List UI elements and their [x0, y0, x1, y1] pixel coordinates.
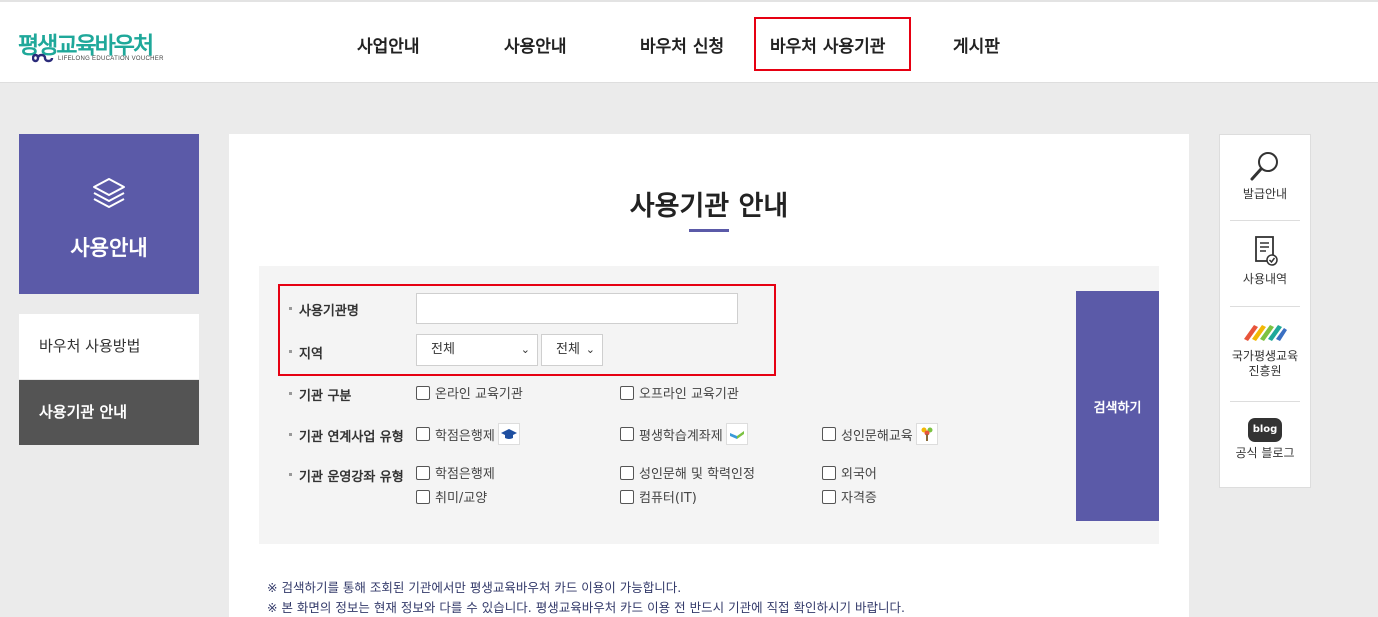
- quick-item-label: 공식 블로그: [1235, 446, 1295, 460]
- checkbox-label: 성인문해 및 학력인정: [639, 467, 755, 482]
- quick-item-issue-guide[interactable]: 발급안내: [1220, 149, 1310, 202]
- quick-item-label: 사용내역: [1242, 272, 1288, 286]
- checkbox-course-certificate[interactable]: 자격증: [822, 487, 877, 506]
- layers-icon: [93, 178, 125, 208]
- checkbox-label: 외국어: [841, 467, 877, 482]
- logo-infinity-icon: [32, 53, 54, 63]
- divider: [1230, 220, 1300, 221]
- graduation-cap-icon: [497, 423, 520, 445]
- search-button[interactable]: 검색하기: [1076, 291, 1159, 521]
- blog-icon-text: blog: [1252, 424, 1278, 435]
- quick-item-label: 발급안내: [1242, 187, 1288, 201]
- bullet: [289, 392, 292, 395]
- checkbox-online[interactable]: 온라인 교육기관: [416, 383, 523, 402]
- blog-icon: blog: [1248, 418, 1282, 442]
- checkbox-course-credit-bank[interactable]: 학점은행제: [416, 463, 495, 482]
- nav-business-info[interactable]: 사업안내: [357, 32, 420, 57]
- checkbox-offline[interactable]: 오프라인 교육기관: [620, 383, 739, 402]
- checkbox-label: 학점은행제: [435, 428, 495, 444]
- checkbox-course-language[interactable]: 외국어: [822, 463, 877, 482]
- nav-voucher-apply[interactable]: 바우처 신청: [640, 32, 724, 57]
- checkbox-label: 컴퓨터(IT): [639, 491, 697, 506]
- checkbox-box[interactable]: [620, 385, 634, 400]
- checkbox-box[interactable]: [416, 427, 430, 441]
- checkbox-box[interactable]: [620, 489, 634, 504]
- checkbox-box[interactable]: [822, 465, 836, 480]
- logo-subtitle: LIFELONG EDUCATION VOUCHER: [58, 56, 164, 62]
- checkbox-box[interactable]: [620, 427, 634, 441]
- notice-2: ※ 본 화면의 정보는 현재 정보와 다를 수 있습니다. 평생교육바우처 카드…: [267, 600, 905, 615]
- quick-menu: 발급안내 사용내역 국가평생교육 진흥원 blog 공식 블로그: [1219, 134, 1311, 488]
- quick-item-label: 국가평생교육 진흥원: [1231, 349, 1299, 378]
- page-title: 사용기관 안내: [629, 191, 789, 222]
- bullet: [289, 473, 292, 476]
- checkbox-course-hobby[interactable]: 취미/교양: [416, 487, 487, 506]
- course-type-label: 기관 운영강좌 유형: [299, 470, 404, 485]
- institution-type-label: 기관 구분: [299, 389, 352, 404]
- checkbox-credit-bank[interactable]: 학점은행제: [416, 423, 520, 445]
- sidebar-header: 사용안내: [19, 134, 199, 294]
- checkbox-label: 온라인 교육기관: [435, 387, 523, 402]
- sidebar-title: 사용안내: [70, 236, 148, 260]
- sidebar-item-institutions[interactable]: 사용기관 안내: [19, 380, 199, 445]
- checkbox-label: 자격증: [841, 491, 877, 506]
- checkbox-label: 평생학습계좌제: [639, 428, 723, 444]
- quick-item-nile[interactable]: 국가평생교육 진흥원: [1220, 319, 1310, 379]
- quick-item-blog[interactable]: blog 공식 블로그: [1220, 418, 1310, 461]
- checkbox-course-literacy[interactable]: 성인문해 및 학력인정: [620, 463, 755, 482]
- checkbox-box[interactable]: [416, 465, 430, 480]
- search-fields-highlight-box: [278, 284, 776, 376]
- checkbox-label: 취미/교양: [435, 491, 488, 506]
- tree-icon: [915, 423, 938, 445]
- checkbox-learning-account[interactable]: 평생학습계좌제: [620, 423, 748, 445]
- checkbox-box[interactable]: [416, 489, 430, 504]
- divider: [1230, 306, 1300, 307]
- nile-logo-icon: [1244, 325, 1287, 341]
- checkbox-label: 오프라인 교육기관: [639, 387, 739, 402]
- nav-board[interactable]: 게시판: [953, 32, 1000, 57]
- checkbox-label: 성인문해교육: [841, 428, 913, 444]
- document-check-icon: [1255, 236, 1278, 266]
- notice-1: ※ 검색하기를 통해 조회된 기관에서만 평생교육바우처 카드 이용이 가능합니…: [267, 580, 682, 595]
- checkbox-label: 학점은행제: [435, 467, 495, 482]
- checkbox-box[interactable]: [822, 427, 836, 441]
- nav-highlight-box: [754, 17, 911, 71]
- checkbox-box[interactable]: [416, 385, 430, 400]
- checkbox-adult-literacy[interactable]: 성인문해교육: [822, 423, 938, 445]
- site-header: 평생교육바우처 LIFELONG EDUCATION VOUCHER 사업안내 …: [0, 0, 1378, 83]
- title-underline: [689, 229, 729, 232]
- site-logo[interactable]: 평생교육바우처 LIFELONG EDUCATION VOUCHER: [18, 26, 163, 66]
- magnifier-icon: [1250, 152, 1278, 181]
- linked-program-label: 기관 연계사업 유형: [299, 430, 404, 445]
- divider: [1230, 401, 1300, 402]
- sidebar-item-voucher-usage[interactable]: 바우처 사용방법: [19, 314, 199, 379]
- quick-item-usage-history[interactable]: 사용내역: [1220, 234, 1310, 287]
- bullet: [289, 433, 292, 436]
- checkbox-box[interactable]: [822, 489, 836, 504]
- checkbox-course-computer[interactable]: 컴퓨터(IT): [620, 487, 697, 506]
- checkbox-box[interactable]: [620, 465, 634, 480]
- open-book-icon: [725, 423, 748, 445]
- nav-usage-info[interactable]: 사용안내: [504, 32, 567, 57]
